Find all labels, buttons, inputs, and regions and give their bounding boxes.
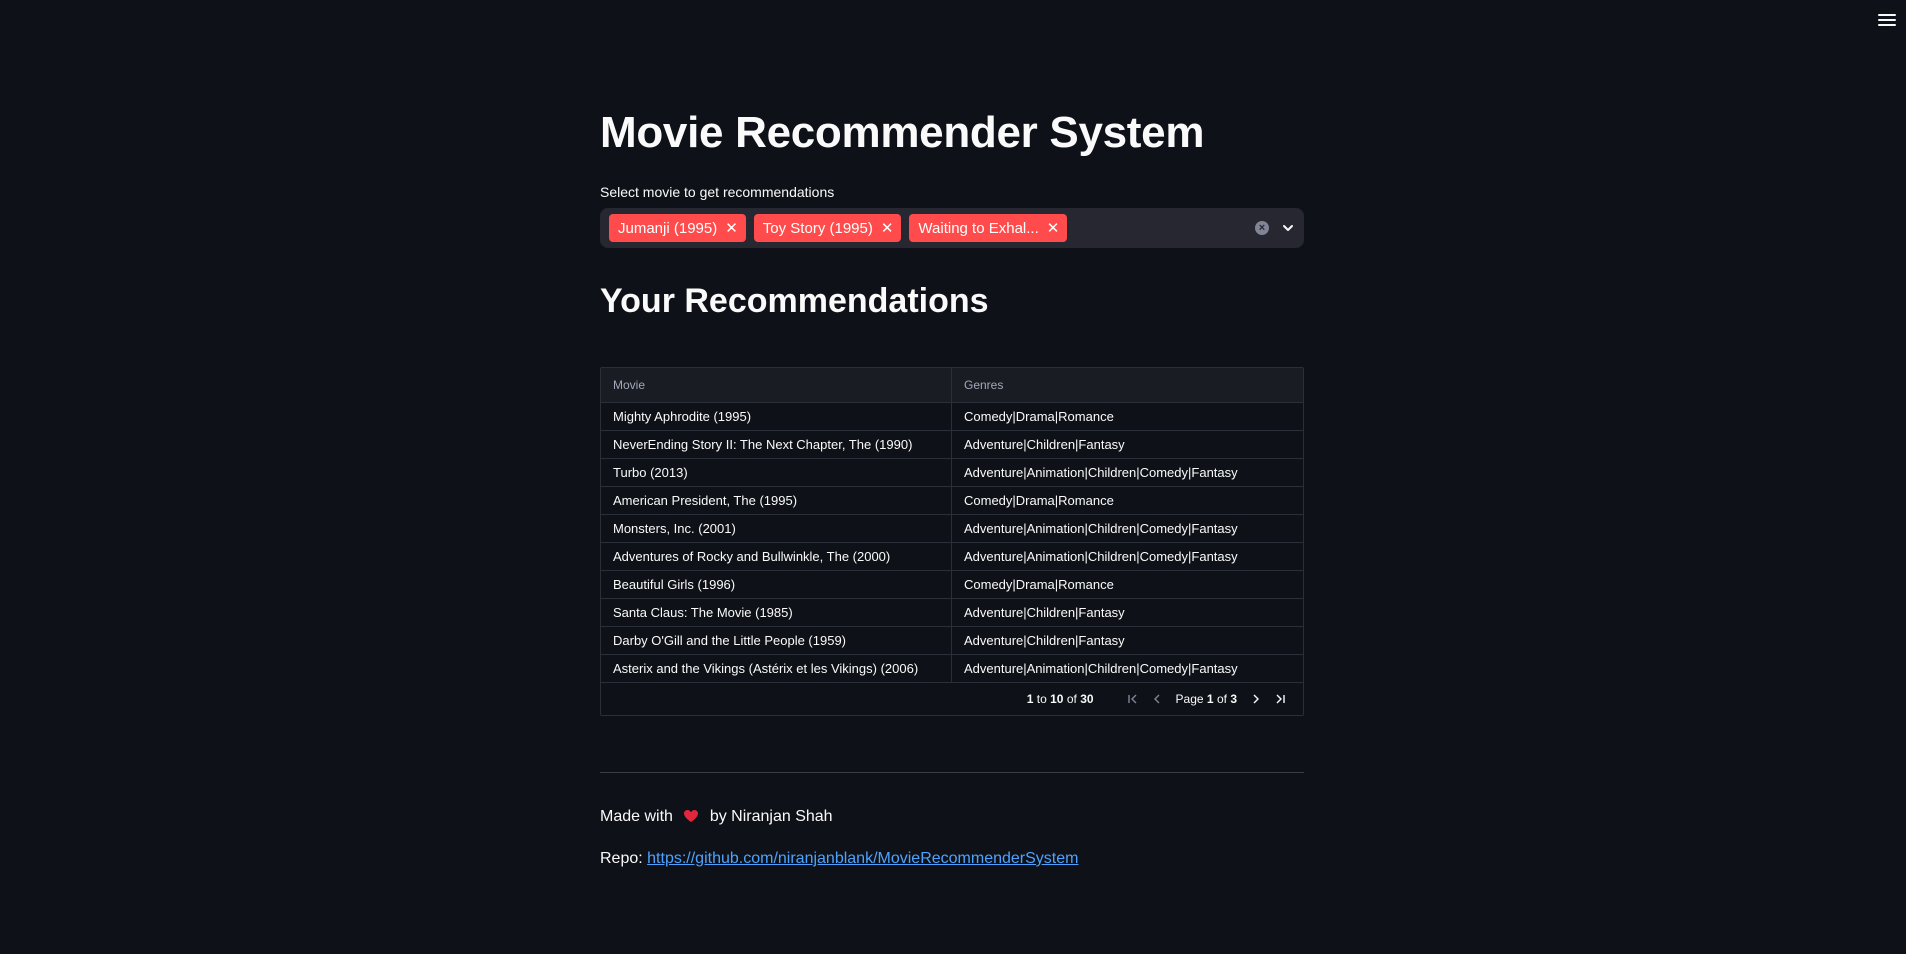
cell-movie: American President, The (1995) bbox=[601, 487, 952, 514]
cell-genres: Adventure|Children|Fantasy bbox=[964, 437, 1125, 452]
recommendations-heading: Your Recommendations bbox=[600, 282, 989, 320]
range-total: 30 bbox=[1080, 692, 1094, 706]
table-pager: 1 to 10 of 30 Page 1 of 3 bbox=[601, 683, 1303, 715]
cell-genres: Comedy|Drama|Romance bbox=[964, 577, 1114, 592]
movie-multiselect[interactable]: Jumanji (1995) ✕ Toy Story (1995) ✕ Wait… bbox=[600, 208, 1304, 248]
cell-genres: Adventure|Animation|Children|Comedy|Fant… bbox=[964, 549, 1238, 564]
table-row: Monsters, Inc. (2001) Adventure|Animatio… bbox=[601, 515, 1303, 543]
cell-genres: Adventure|Animation|Children|Comedy|Fant… bbox=[964, 661, 1238, 676]
column-header-movie[interactable]: Movie bbox=[601, 368, 952, 402]
chevron-down-icon[interactable] bbox=[1281, 221, 1295, 235]
cell-movie: Monsters, Inc. (2001) bbox=[601, 515, 952, 542]
cell-genres: Adventure|Children|Fantasy bbox=[964, 605, 1125, 620]
table-row: Asterix and the Vikings (Astérix et les … bbox=[601, 655, 1303, 683]
page-of-word: of bbox=[1216, 692, 1227, 706]
table-row: Turbo (2013) Adventure|Animation|Childre… bbox=[601, 459, 1303, 487]
table-row: Santa Claus: The Movie (1985) Adventure|… bbox=[601, 599, 1303, 627]
cell-genres: Adventure|Animation|Children|Comedy|Fant… bbox=[964, 521, 1238, 536]
cell-movie: Santa Claus: The Movie (1985) bbox=[601, 599, 952, 626]
divider bbox=[600, 772, 1304, 773]
clear-all-icon[interactable]: × bbox=[1255, 221, 1269, 235]
total-pages: 3 bbox=[1230, 692, 1237, 706]
cell-genres: Adventure|Animation|Children|Comedy|Fant… bbox=[964, 465, 1238, 480]
made-with-line: Made with by Niranjan Shah bbox=[600, 808, 833, 826]
chip-label: Waiting to Exhal... bbox=[918, 219, 1039, 237]
cell-movie: Darby O'Gill and the Little People (1959… bbox=[601, 627, 952, 654]
heart-icon bbox=[684, 810, 699, 822]
cell-movie: Turbo (2013) bbox=[601, 459, 952, 486]
table-row: American President, The (1995) Comedy|Dr… bbox=[601, 487, 1303, 515]
remove-chip-icon[interactable]: ✕ bbox=[725, 219, 738, 237]
cell-movie: Mighty Aphrodite (1995) bbox=[601, 403, 952, 430]
last-page-icon[interactable] bbox=[1271, 690, 1289, 708]
cell-movie: Beautiful Girls (1996) bbox=[601, 571, 952, 598]
select-label: Select movie to get recommendations bbox=[600, 184, 835, 200]
next-page-icon[interactable] bbox=[1247, 690, 1265, 708]
multiselect-controls: × bbox=[1255, 221, 1295, 235]
cell-movie: Asterix and the Vikings (Astérix et les … bbox=[601, 655, 952, 682]
current-page: 1 bbox=[1206, 692, 1214, 706]
hamburger-menu-icon[interactable] bbox=[1876, 10, 1898, 30]
page-word: Page bbox=[1175, 692, 1204, 706]
range-to: 10 bbox=[1050, 692, 1064, 706]
cell-genres: Comedy|Drama|Romance bbox=[964, 409, 1114, 424]
table-row: Darby O'Gill and the Little People (1959… bbox=[601, 627, 1303, 655]
cell-movie: Adventures of Rocky and Bullwinkle, The … bbox=[601, 543, 952, 570]
table-row: Adventures of Rocky and Bullwinkle, The … bbox=[601, 543, 1303, 571]
column-header-genres[interactable]: Genres bbox=[952, 368, 1303, 402]
selected-chip: Waiting to Exhal... ✕ bbox=[909, 214, 1068, 242]
author-text: by Niranjan Shah bbox=[709, 808, 833, 825]
page-indicator: Page 1 of 3 bbox=[1176, 692, 1237, 706]
recommendations-table: Movie Genres Mighty Aphrodite (1995) Com… bbox=[600, 367, 1304, 716]
chip-label: Toy Story (1995) bbox=[762, 219, 873, 237]
range-to-word: to bbox=[1036, 692, 1047, 706]
cell-genres: Comedy|Drama|Romance bbox=[964, 493, 1114, 508]
page-title: Movie Recommender System bbox=[600, 108, 1205, 157]
cell-movie: NeverEnding Story II: The Next Chapter, … bbox=[601, 431, 952, 458]
range-from: 1 bbox=[1026, 692, 1034, 706]
table-row: Beautiful Girls (1996) Comedy|Drama|Roma… bbox=[601, 571, 1303, 599]
table-row: NeverEnding Story II: The Next Chapter, … bbox=[601, 431, 1303, 459]
cell-genres: Adventure|Children|Fantasy bbox=[964, 633, 1125, 648]
first-page-icon[interactable] bbox=[1124, 690, 1142, 708]
repo-label: Repo: bbox=[600, 850, 643, 867]
row-range-summary: 1 to 10 of 30 bbox=[1027, 692, 1094, 706]
selected-chip: Toy Story (1995) ✕ bbox=[753, 214, 902, 242]
remove-chip-icon[interactable]: ✕ bbox=[1047, 219, 1060, 237]
range-of-word: of bbox=[1066, 692, 1077, 706]
table-row: Mighty Aphrodite (1995) Comedy|Drama|Rom… bbox=[601, 403, 1303, 431]
prev-page-icon[interactable] bbox=[1148, 690, 1166, 708]
remove-chip-icon[interactable]: ✕ bbox=[881, 219, 894, 237]
made-with-text: Made with bbox=[600, 808, 673, 825]
selected-chip: Jumanji (1995) ✕ bbox=[609, 214, 746, 242]
repo-line: Repo: https://github.com/niranjanblank/M… bbox=[600, 850, 1078, 868]
chip-label: Jumanji (1995) bbox=[618, 219, 718, 237]
table-header: Movie Genres bbox=[601, 368, 1303, 403]
repo-link[interactable]: https://github.com/niranjanblank/MovieRe… bbox=[647, 850, 1078, 867]
